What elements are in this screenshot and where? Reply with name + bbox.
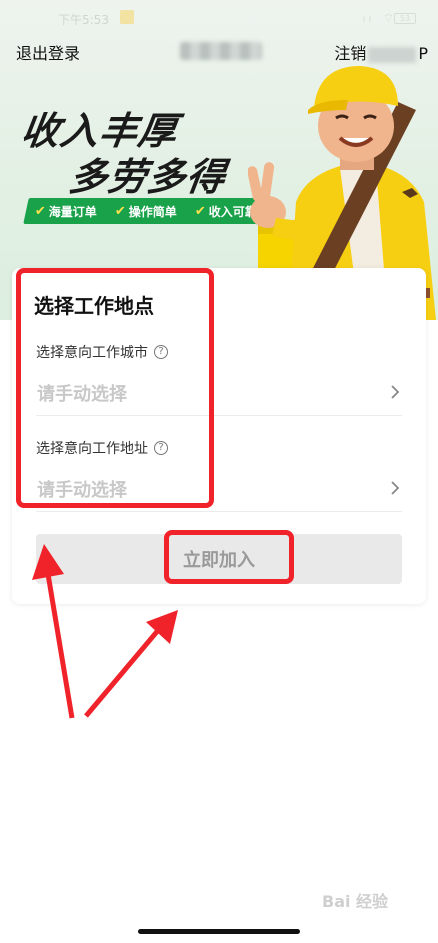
help-icon[interactable]: ?	[154, 345, 168, 359]
perks-bar: ✔ 海量订单 ✔ 操作简单 ✔ 收入可靠	[23, 198, 269, 224]
city-field-label: 选择意向工作城市 ?	[36, 342, 168, 362]
status-bar: 下午5:53 ₗₗ ⌔ 53	[0, 8, 438, 30]
logout-link[interactable]: 退出登录	[16, 40, 80, 64]
card-title: 选择工作地点	[34, 294, 154, 318]
chevron-right-icon	[391, 481, 400, 495]
city-label-text: 选择意向工作城市	[36, 345, 148, 361]
chevron-right-icon	[391, 385, 400, 399]
perk-label: 操作简单	[128, 204, 177, 219]
join-now-button[interactable]: 立即加入	[36, 534, 402, 584]
address-select[interactable]: 请手动选择	[36, 468, 402, 512]
check-icon: ✔	[115, 203, 126, 219]
perk-item: ✔ 海量订单	[35, 203, 97, 220]
address-label-text: 选择意向工作地址	[36, 441, 148, 457]
home-indicator[interactable]	[138, 929, 300, 934]
watermark: Bai 经验	[322, 892, 389, 911]
help-icon[interactable]: ?	[154, 441, 168, 455]
check-icon: ✔	[35, 203, 46, 219]
perk-item: ✔ 操作简单	[115, 203, 177, 220]
city-select[interactable]: 请手动选择	[36, 372, 402, 416]
notification-icon	[120, 10, 134, 24]
battery-icon: 53	[394, 13, 416, 24]
city-placeholder: 请手动选择	[37, 384, 127, 405]
address-placeholder: 请手动选择	[37, 480, 127, 501]
status-time: 下午5:53	[58, 13, 109, 27]
signal-wifi-icon: ₗₗ ⌔	[362, 11, 398, 25]
check-icon: ✔	[195, 203, 206, 219]
perk-label: 海量订单	[48, 204, 97, 219]
address-field-label: 选择意向工作地址 ?	[36, 438, 168, 458]
slogan-line-2: 多劳多得	[66, 155, 229, 199]
work-location-card: 选择工作地点 选择意向工作城市 ? 请手动选择 选择意向工作地址 ? 请手动选择…	[12, 268, 426, 604]
